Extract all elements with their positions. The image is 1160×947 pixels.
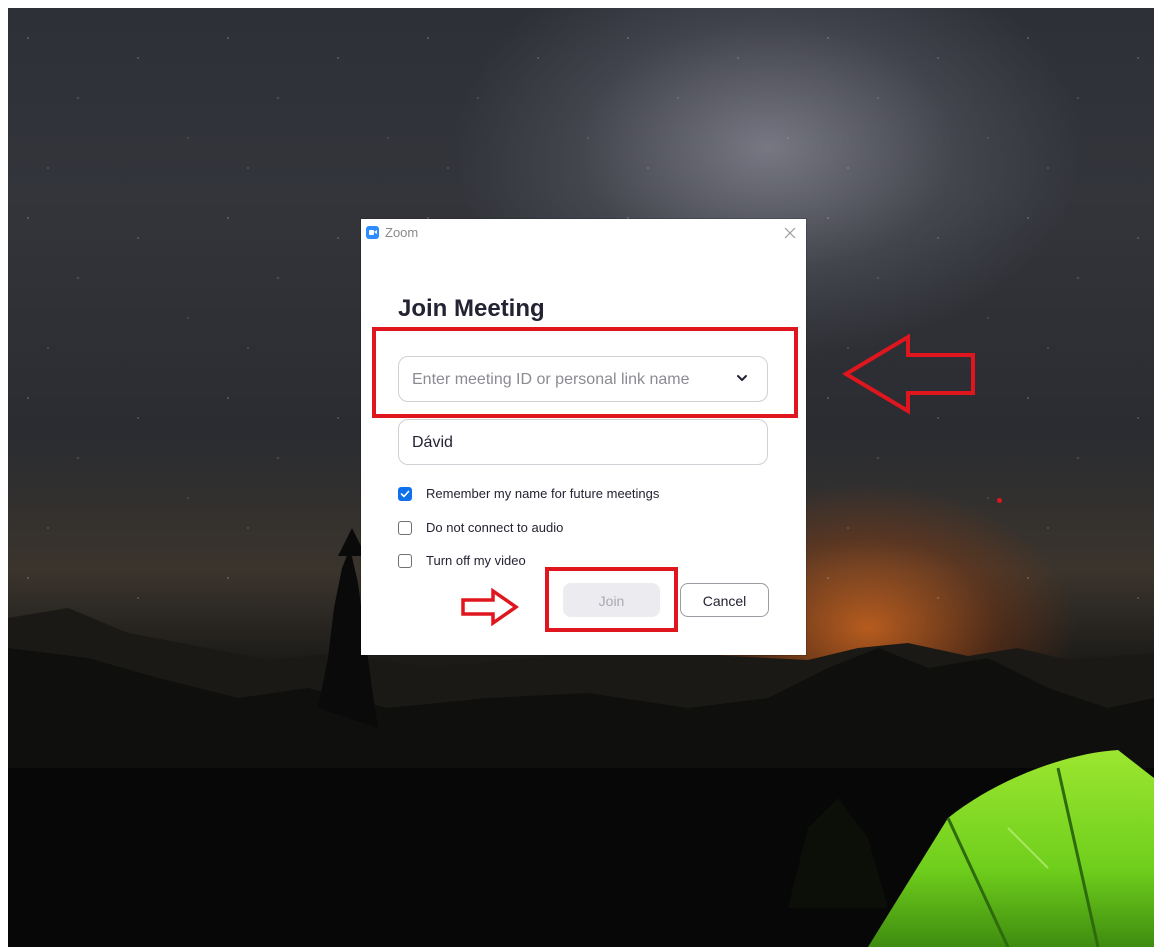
cancel-button[interactable]: Cancel <box>680 583 769 617</box>
annotation-arrow-left-icon <box>842 333 975 415</box>
screenshot-border <box>0 0 1160 8</box>
screenshot-border <box>1154 0 1160 947</box>
red-dot-marker <box>997 498 1002 503</box>
zoom-camera-icon <box>366 226 379 239</box>
no-audio-label: Do not connect to audio <box>426 520 564 535</box>
name-input-value: Dávid <box>412 434 453 451</box>
window-titlebar: Zoom <box>361 219 806 247</box>
window-title: Zoom <box>385 225 419 240</box>
annotation-arrow-right-icon <box>461 588 519 626</box>
name-input[interactable]: Dávid <box>398 419 768 465</box>
no-audio-checkbox[interactable] <box>398 521 412 535</box>
annotation-highlight-meeting-id <box>372 327 798 418</box>
remember-name-label: Remember my name for future meetings <box>426 486 660 501</box>
close-button[interactable] <box>780 223 800 243</box>
desktop: Zoom Join Meeting Enter meeting ID or pe… <box>0 0 1160 947</box>
video-off-checkbox[interactable] <box>398 554 412 568</box>
checkmark-icon <box>400 490 410 498</box>
screenshot-border <box>0 0 8 947</box>
dialog-heading: Join Meeting <box>398 295 545 322</box>
remember-name-checkbox[interactable] <box>398 487 412 501</box>
annotation-highlight-join <box>545 567 678 632</box>
video-off-label: Turn off my video <box>426 553 526 568</box>
close-icon <box>784 227 796 239</box>
